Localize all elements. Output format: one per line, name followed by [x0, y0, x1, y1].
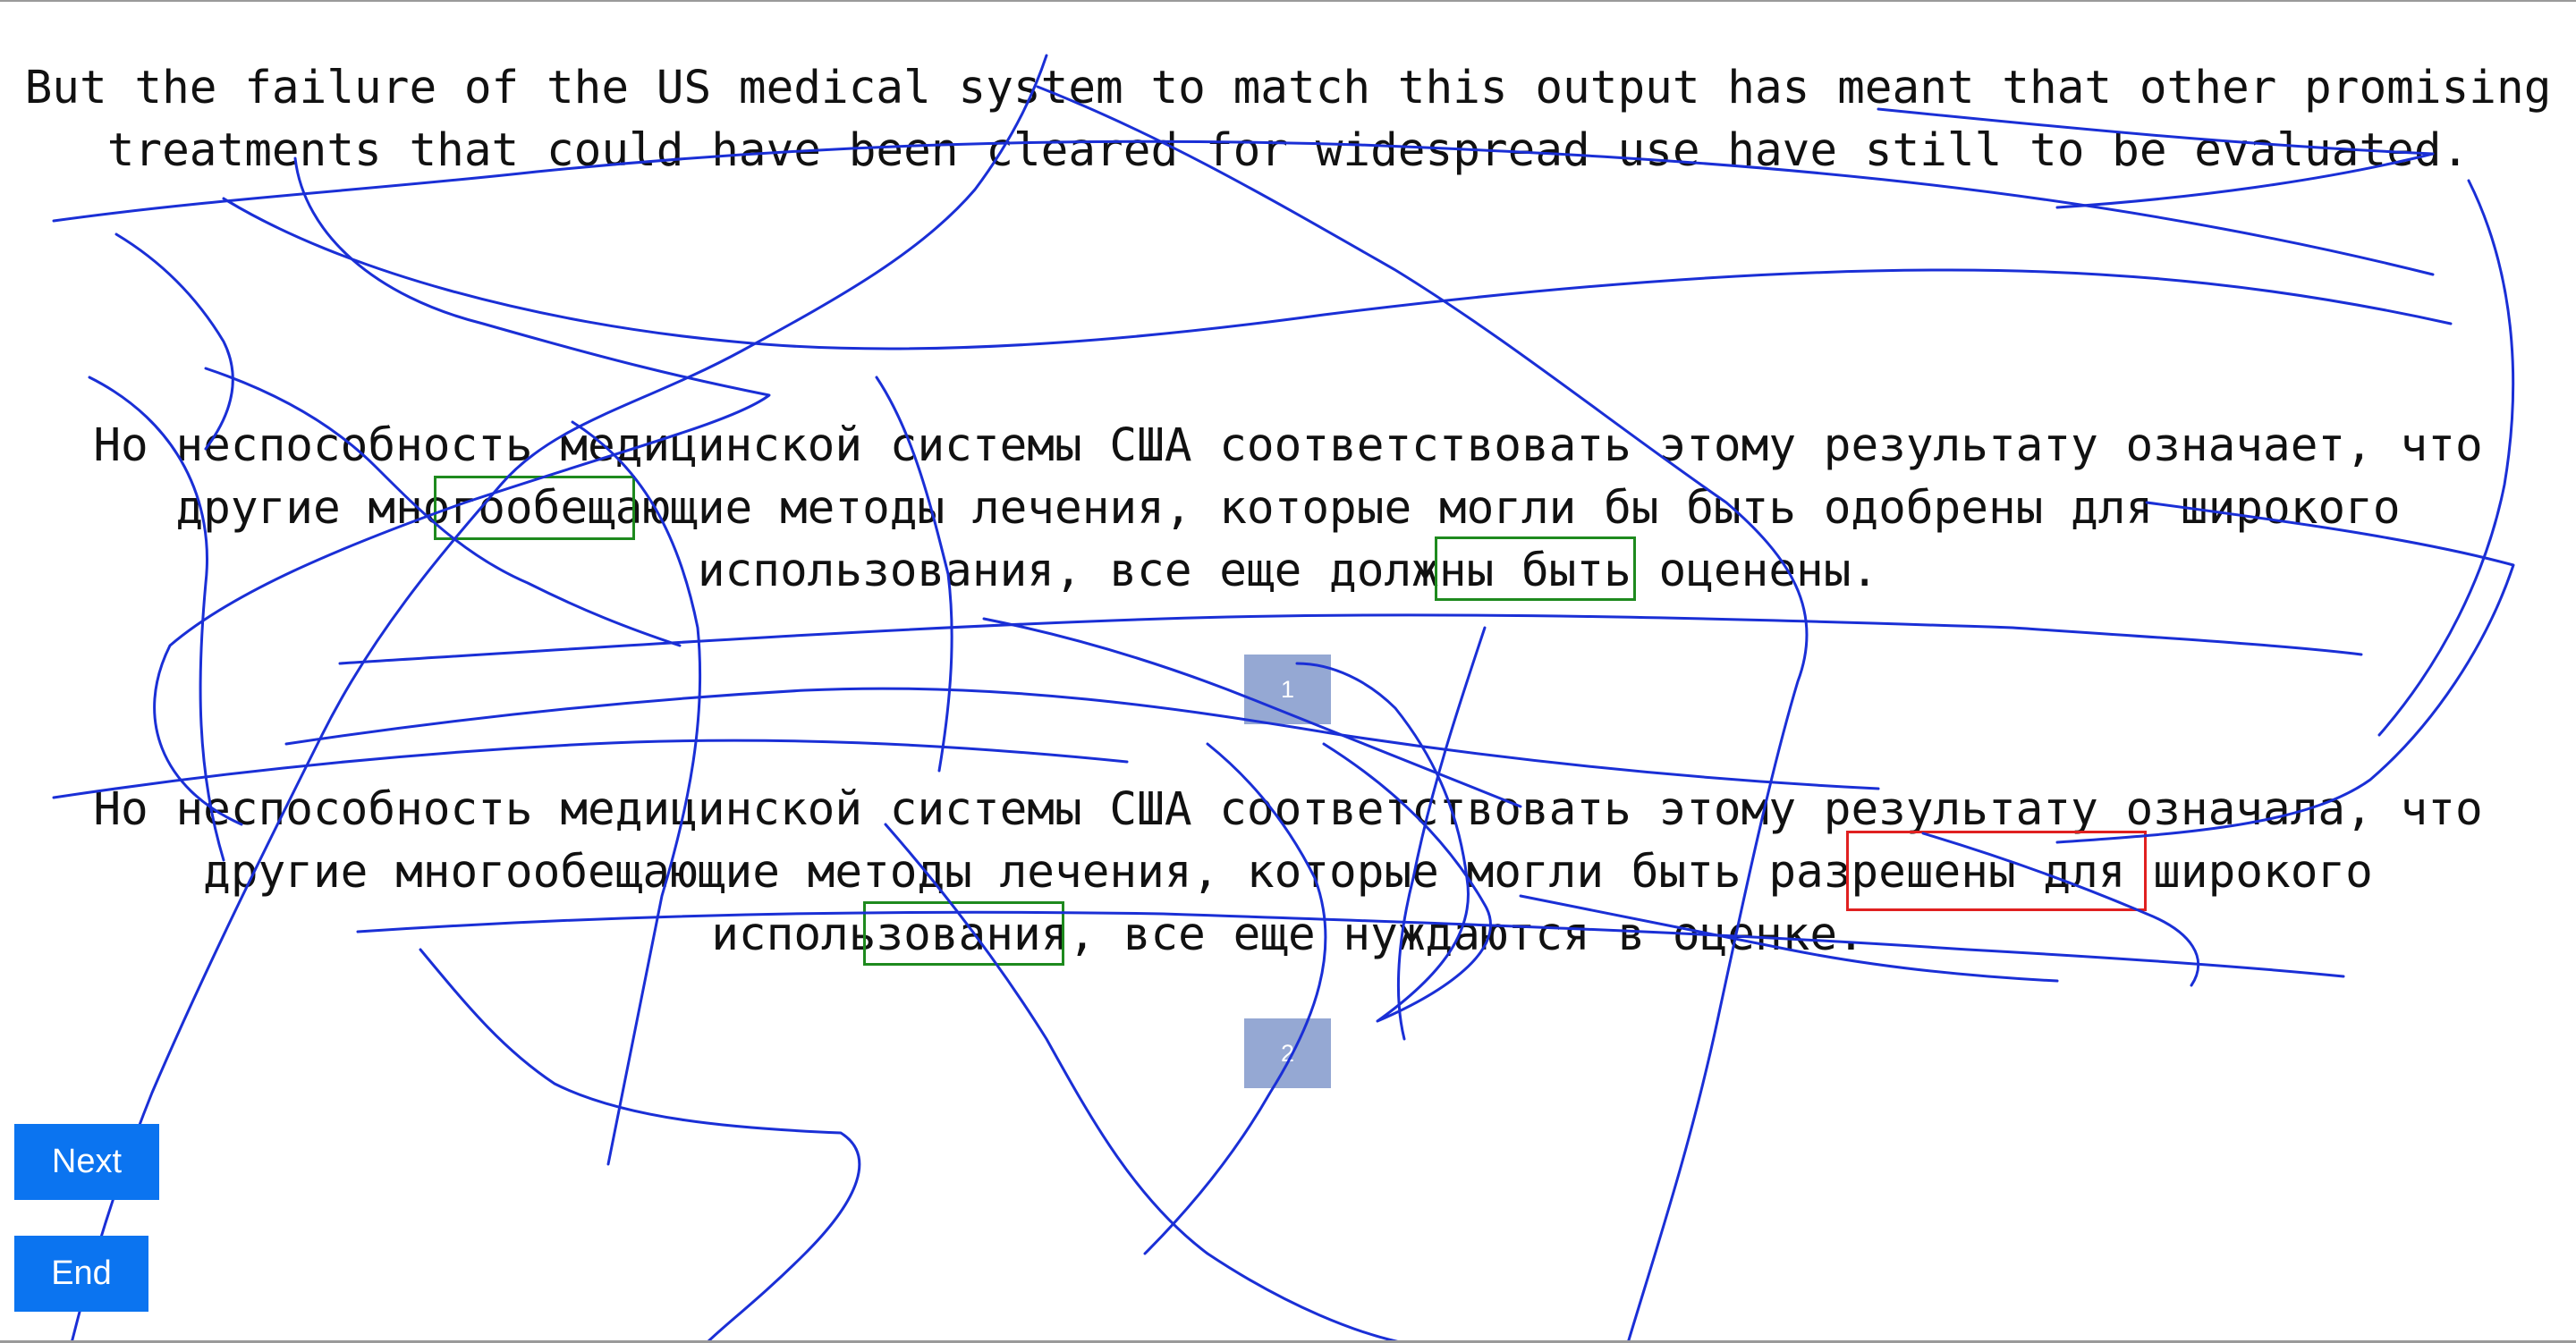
source-sentence: But the failure of the US medical system… [24, 62, 2552, 177]
translation-option-2: Но неспособность медицинской системы США… [93, 783, 2483, 961]
annotation-screen: But the failure of the US medical system… [0, 0, 2576, 1343]
next-button[interactable]: Next [14, 1124, 159, 1200]
end-button[interactable]: End [14, 1236, 148, 1312]
translation-option-1: Но неспособность медицинской системы США… [93, 419, 2483, 597]
choice-badge-1[interactable]: 1 [1244, 655, 1331, 724]
choice-badge-2[interactable]: 2 [1244, 1018, 1331, 1088]
